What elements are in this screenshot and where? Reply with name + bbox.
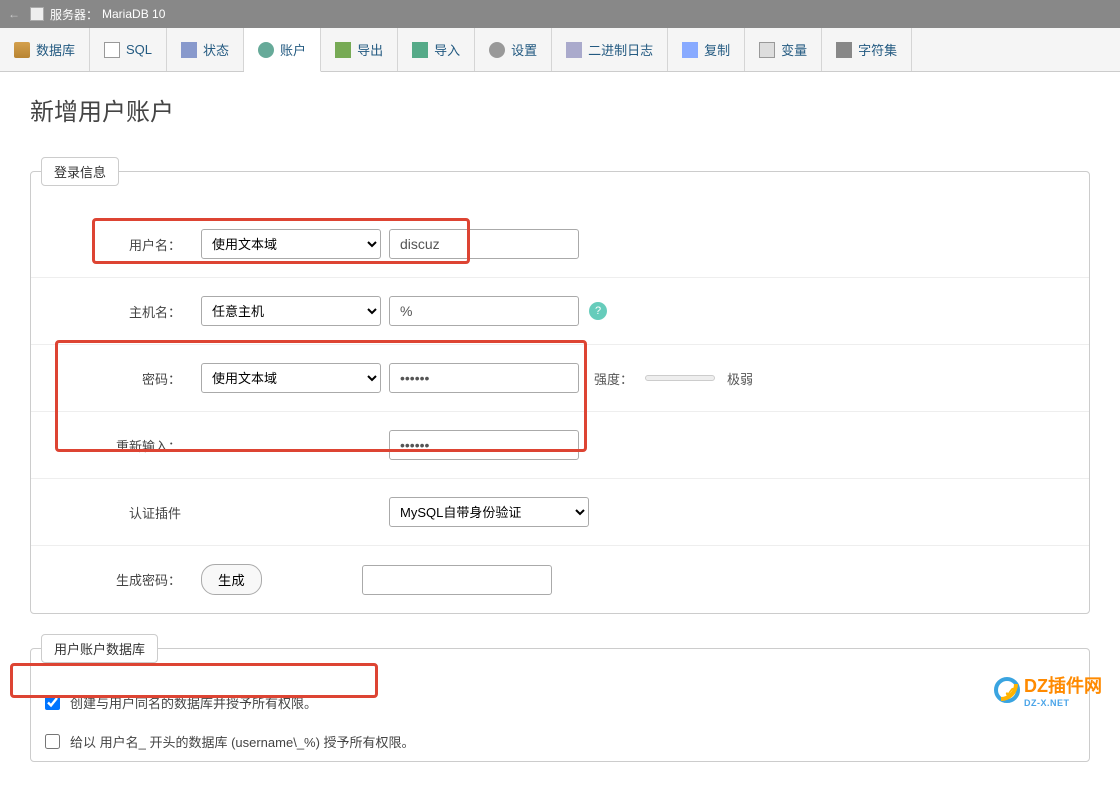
- tab-label: 字符集: [858, 40, 897, 59]
- icon-binlog: [566, 42, 582, 58]
- username-input[interactable]: [389, 229, 579, 259]
- back-arrow[interactable]: ←: [8, 7, 20, 21]
- tab-SQL[interactable]: SQL: [90, 28, 167, 71]
- server-icon: [30, 7, 44, 21]
- username-label: 用户名：: [51, 235, 201, 254]
- user-database-fieldset: 用户账户数据库 创建与用户同名的数据库并授予所有权限。 给以 用户名_ 开头的数…: [30, 634, 1090, 762]
- generated-password-input[interactable]: [362, 565, 552, 595]
- tab-label: 导入: [434, 40, 460, 59]
- icon-status: [181, 42, 197, 58]
- icon-repl: [682, 42, 698, 58]
- watermark-sub: DZ-X.NET: [1024, 698, 1102, 708]
- retype-label: 重新输入：: [51, 436, 201, 455]
- tabs-nav: 数据库 SQL 状态 账户 导出 导入 设置 二进制日志 复制 变量 字符集: [0, 28, 1120, 72]
- tab-label: 设置: [511, 40, 537, 59]
- hostname-input[interactable]: [389, 296, 579, 326]
- tab-二进制日志[interactable]: 二进制日志: [552, 28, 668, 71]
- create-db-row: 创建与用户同名的数据库并授予所有权限。: [31, 683, 1089, 722]
- login-info-fieldset: 登录信息 用户名： 使用文本域 主机名： 任意主机 ? 密码： 使用文本域 强度…: [30, 157, 1090, 614]
- watermark-logo-icon: ✓: [994, 677, 1020, 703]
- server-breadcrumb: ← 服务器： MariaDB 10: [0, 0, 1120, 28]
- tab-label: SQL: [126, 42, 152, 57]
- hostname-label: 主机名：: [51, 302, 201, 321]
- tab-label: 复制: [704, 40, 730, 59]
- icon-user: [258, 42, 274, 58]
- generate-button[interactable]: 生成: [201, 564, 262, 595]
- db-legend: 用户账户数据库: [41, 634, 158, 663]
- help-icon[interactable]: ?: [589, 302, 607, 320]
- generate-row: 生成密码： 生成: [31, 545, 1089, 613]
- username-row: 用户名： 使用文本域: [31, 211, 1089, 277]
- tab-复制[interactable]: 复制: [668, 28, 745, 71]
- watermark: ✓ DZ插件网 DZ-X.NET: [994, 672, 1102, 708]
- generate-label: 生成密码：: [51, 570, 201, 589]
- tab-label: 导出: [357, 40, 383, 59]
- icon-sql: [104, 42, 120, 58]
- tab-label: 数据库: [36, 40, 75, 59]
- password-select[interactable]: 使用文本域: [201, 363, 381, 393]
- auth-select[interactable]: MySQL自带身份验证: [389, 497, 589, 527]
- password-row: 密码： 使用文本域 强度： 极弱: [31, 344, 1089, 411]
- watermark-text: DZ插件网: [1024, 676, 1102, 696]
- tab-设置[interactable]: 设置: [475, 28, 552, 71]
- tab-账户[interactable]: 账户: [244, 28, 321, 72]
- server-name: MariaDB 10: [102, 7, 165, 21]
- password-input[interactable]: [389, 363, 579, 393]
- tab-label: 变量: [781, 40, 807, 59]
- page-title: 新增用户账户: [30, 92, 1090, 127]
- tab-导入[interactable]: 导入: [398, 28, 475, 71]
- icon-settings: [489, 42, 505, 58]
- icon-charset: [836, 42, 852, 58]
- strength-text: 极弱: [727, 369, 753, 388]
- username-select[interactable]: 使用文本域: [201, 229, 381, 259]
- grant-wildcard-label[interactable]: 给以 用户名_ 开头的数据库 (username\_%) 授予所有权限。: [70, 732, 415, 751]
- auth-label: 认证插件: [51, 503, 201, 522]
- hostname-row: 主机名： 任意主机 ?: [31, 277, 1089, 344]
- tab-label: 状态: [203, 40, 229, 59]
- strength-label: 强度：: [594, 369, 633, 388]
- password-label: 密码：: [51, 369, 201, 388]
- auth-row: 认证插件 MySQL自带身份验证: [31, 478, 1089, 545]
- tab-导出[interactable]: 导出: [321, 28, 398, 71]
- retype-input[interactable]: [389, 430, 579, 460]
- grant-wildcard-checkbox[interactable]: [45, 734, 60, 749]
- icon-export: [335, 42, 351, 58]
- icon-vars: [759, 42, 775, 58]
- tab-变量[interactable]: 变量: [745, 28, 822, 71]
- create-db-checkbox[interactable]: [45, 695, 60, 710]
- hostname-select[interactable]: 任意主机: [201, 296, 381, 326]
- tab-label: 二进制日志: [588, 40, 653, 59]
- grant-wildcard-row: 给以 用户名_ 开头的数据库 (username\_%) 授予所有权限。: [31, 722, 1089, 761]
- tab-数据库[interactable]: 数据库: [0, 28, 90, 71]
- retype-row: 重新输入：: [31, 411, 1089, 478]
- server-label: 服务器：: [50, 6, 98, 23]
- icon-db: [14, 42, 30, 58]
- create-db-label[interactable]: 创建与用户同名的数据库并授予所有权限。: [70, 693, 317, 712]
- tab-字符集[interactable]: 字符集: [822, 28, 912, 71]
- tab-状态[interactable]: 状态: [167, 28, 244, 71]
- tab-label: 账户: [280, 40, 306, 59]
- icon-import: [412, 42, 428, 58]
- strength-bar: [645, 375, 715, 381]
- login-legend: 登录信息: [41, 157, 119, 186]
